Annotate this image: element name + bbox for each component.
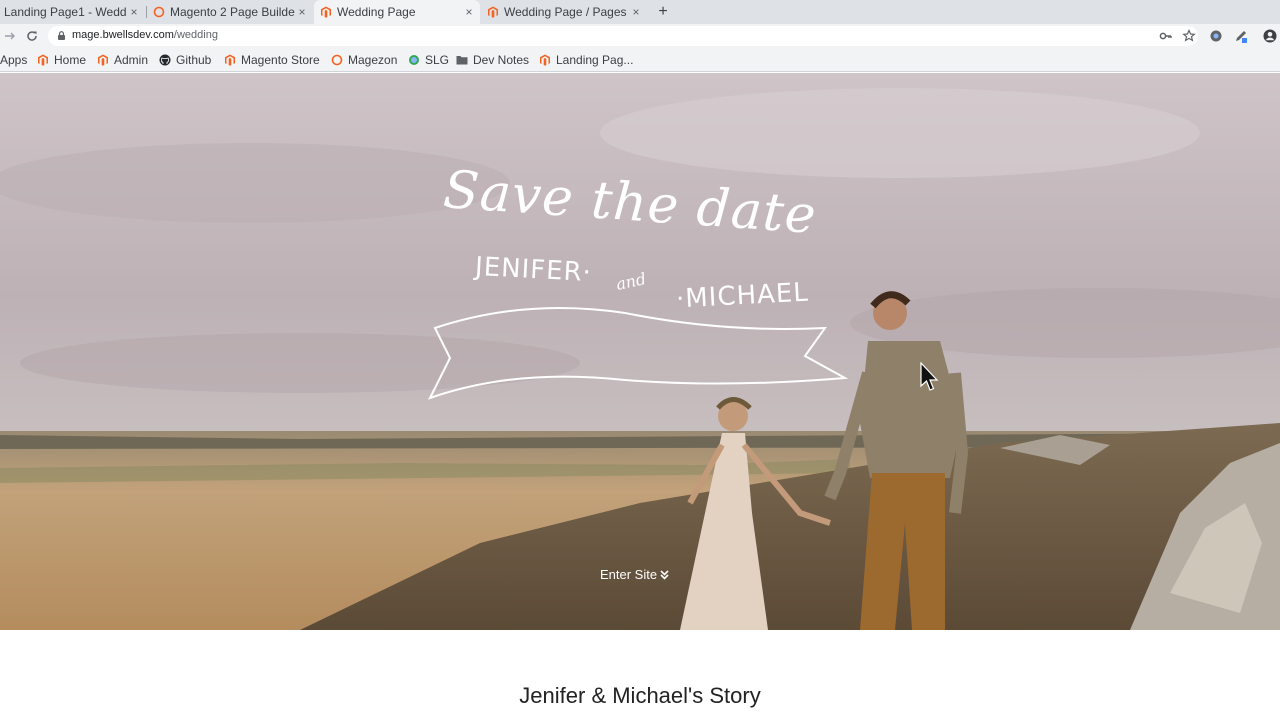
hero-section: Save the date JENIFER· and ·MICHAEL Ente… <box>0 73 1280 630</box>
tab-title: Wedding Page <box>337 5 416 19</box>
url-text: mage.bwellsdev.com/wedding <box>72 29 218 41</box>
url-domain: mage.bwellsdev.com <box>72 29 174 41</box>
tab-landing-page1[interactable]: Landing Page1 - Wedding × <box>0 0 145 24</box>
close-icon[interactable]: × <box>629 5 643 19</box>
bookmark-label: Home <box>54 53 87 67</box>
extension-icon[interactable] <box>1208 28 1224 44</box>
tab-title: Wedding Page / Pages <box>504 5 627 19</box>
bookmark-label: Magento Store <box>241 53 320 67</box>
key-icon[interactable] <box>1158 28 1174 44</box>
url-path: /wedding <box>173 29 218 41</box>
folder-icon <box>456 56 468 65</box>
magento-icon <box>225 54 235 66</box>
bookmark-label: SLG <box>425 53 450 67</box>
pencil-extension-icon[interactable] <box>1233 28 1249 44</box>
bookmark-github[interactable]: Github <box>159 52 211 68</box>
bookmark-magezon[interactable]: Magezon <box>331 52 397 68</box>
bookmark-apps[interactable]: Apps <box>0 52 27 68</box>
bookmark-label: Landing Pag... <box>556 53 634 67</box>
bookmark-label: Magezon <box>348 53 398 67</box>
bride-name: JENIFER· <box>474 251 593 289</box>
bookmark-home[interactable]: Home <box>37 52 86 68</box>
close-icon[interactable]: × <box>295 5 309 19</box>
bookmark-label: Apps <box>0 53 28 67</box>
bookmark-slg[interactable]: SLG <box>408 52 449 68</box>
magento-icon <box>98 54 108 66</box>
bookmark-label: Github <box>176 53 212 67</box>
close-icon[interactable]: × <box>462 5 476 19</box>
magezon-icon <box>331 54 343 66</box>
magezon-icon <box>153 6 165 18</box>
story-heading: Jenifer & Michael's Story <box>519 683 761 708</box>
tab-wedding-page-pages[interactable]: Wedding Page / Pages × <box>481 0 647 24</box>
close-icon[interactable]: × <box>127 5 141 19</box>
bookmarks-bar: Apps Home Admin Github Magento Store Mag… <box>0 48 1280 72</box>
enter-site-label: Enter Site <box>600 567 658 582</box>
reload-icon[interactable] <box>24 28 40 44</box>
github-icon <box>159 54 171 66</box>
bookmark-label: Dev Notes <box>473 53 530 67</box>
magento-icon <box>321 6 331 18</box>
double-chevron-down-icon <box>660 569 669 580</box>
magento-icon <box>540 54 550 66</box>
tab-title: Landing Page1 - Wedding <box>4 5 127 19</box>
enter-site-link[interactable]: Enter Site <box>600 567 669 582</box>
profile-icon[interactable] <box>1262 28 1278 44</box>
bookmark-magento-store[interactable]: Magento Store <box>224 52 320 68</box>
tab-wedding-page[interactable]: Wedding Page × <box>314 0 480 24</box>
bookmark-admin[interactable]: Admin <box>97 52 148 68</box>
address-bar[interactable]: mage.bwellsdev.com/wedding <box>48 26 1198 46</box>
star-icon[interactable] <box>1181 28 1197 44</box>
magento-icon <box>488 6 498 18</box>
tab-title: Magento 2 Page Builder <box>170 5 295 19</box>
mouse-pointer-icon <box>920 362 939 391</box>
tab-strip: Landing Page1 - Wedding × Magento 2 Page… <box>0 0 1280 24</box>
bookmark-dev-notes[interactable]: Dev Notes <box>456 52 529 68</box>
browser-toolbar: mage.bwellsdev.com/wedding <box>0 24 1280 48</box>
forward-icon[interactable] <box>2 28 18 44</box>
slg-icon <box>409 55 419 65</box>
magento-icon <box>38 54 48 66</box>
bookmark-label: Admin <box>114 53 149 67</box>
lock-icon <box>58 31 65 40</box>
bookmark-landing-page[interactable]: Landing Pag... <box>539 52 633 68</box>
new-tab-button[interactable]: + <box>654 2 672 22</box>
tab-magento-page-builder[interactable]: Magento 2 Page Builder × <box>147 0 313 24</box>
